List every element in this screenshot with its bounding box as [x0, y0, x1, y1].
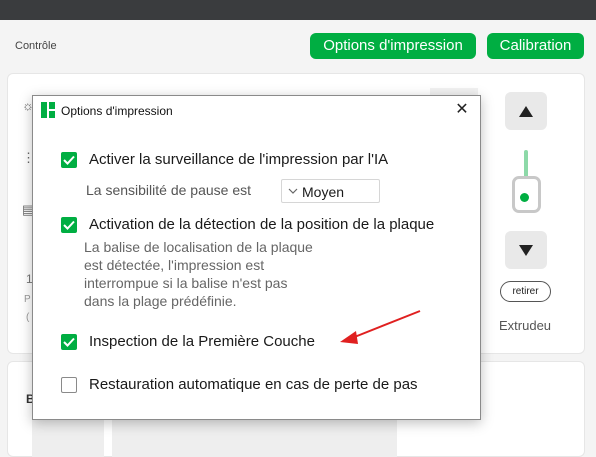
annotation-arrow-icon: [340, 310, 421, 344]
